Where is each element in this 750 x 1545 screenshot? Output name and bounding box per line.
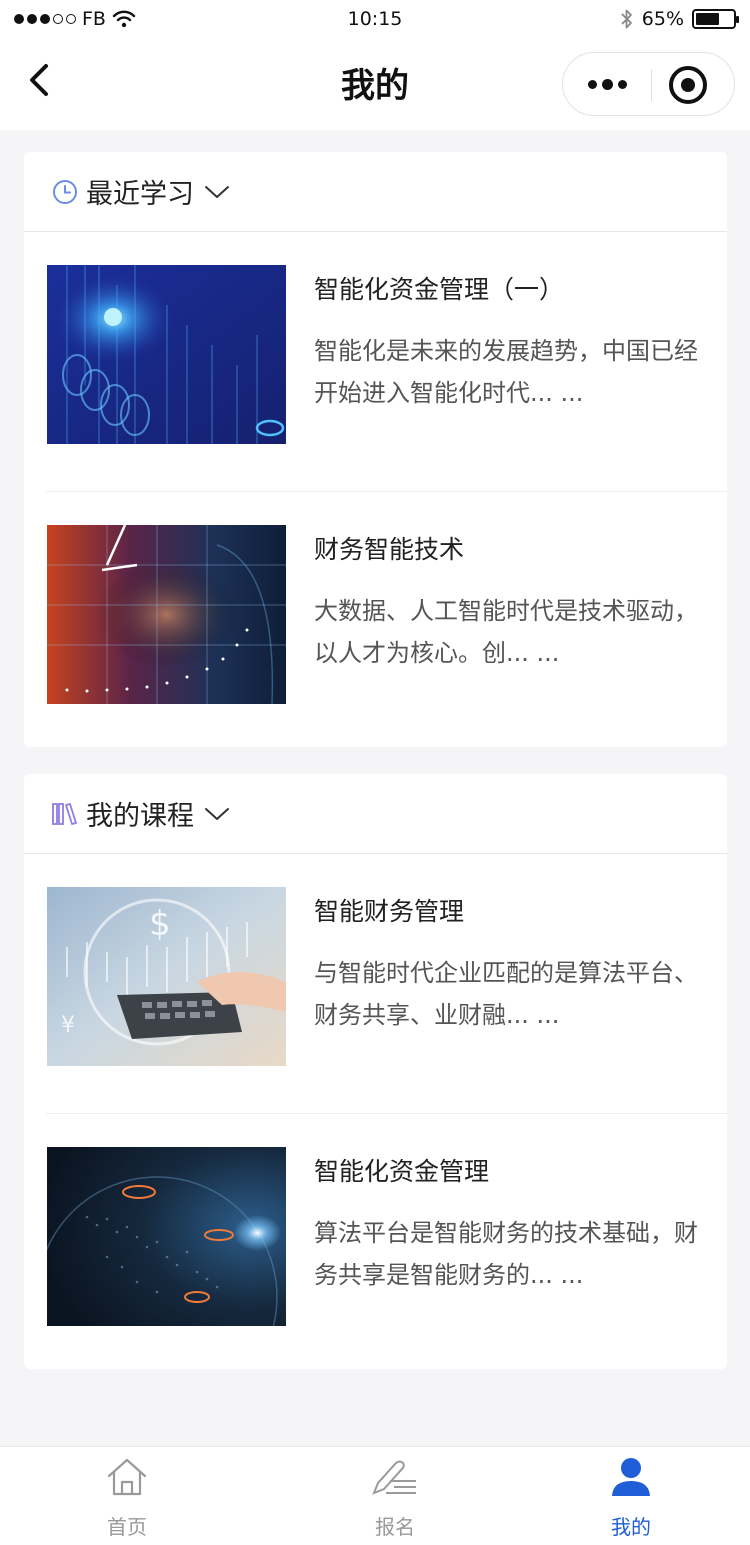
course-title: 财务智能技术 [314,535,465,564]
tab-label: 首页 [107,1515,147,1539]
tab-label: 我的 [611,1515,651,1539]
course-title: 智能财务管理 [314,897,465,926]
recent-learning-header[interactable]: 最近学习 [24,152,727,232]
user-icon [612,1458,650,1496]
course-item[interactable]: 智能化资金管理 算法平台是智能财务的技术基础，财务共享是智能财务的... ... [24,1114,727,1374]
recent-learning-card: 最近学习 智能化资金管理（一） 智能化是未来的发展趋势，中国已经开始进入智能化时… [24,152,727,747]
tab-label: 报名 [375,1515,415,1539]
signup-icon [372,1460,416,1495]
course-thumbnail [47,1147,286,1326]
books-icon [52,802,77,825]
my-courses-card: 我的课程 $ ¥ 智能财务管理 与智能时代企业匹配的是算法平台、财务共享、业财融… [24,774,727,1369]
course-thumbnail [47,525,286,704]
more-button[interactable] [563,53,651,115]
bottom-tab-bar: 首页 报名 我的 [0,1446,750,1545]
course-title: 智能化资金管理 [314,1157,490,1186]
course-title: 智能化资金管理（一） [314,275,565,304]
close-target-icon[interactable] [669,66,707,104]
tab-mine[interactable]: 我的 [551,1447,711,1545]
course-description: 智能化是未来的发展趋势，中国已经开始进入智能化时代... ... [314,337,698,407]
tab-signup[interactable]: 报名 [315,1447,475,1545]
tab-home[interactable]: 首页 [47,1447,207,1545]
navigation-bar: 我的 [0,40,750,130]
recent-item[interactable]: 智能化资金管理（一） 智能化是未来的发展趋势，中国已经开始进入智能化时代... … [46,232,727,492]
clock-icon [53,179,77,204]
more-icon [587,79,597,89]
bluetooth-icon [621,9,632,29]
status-bar: FB 10:15 65% [0,0,750,40]
svg-text:$: $ [149,904,171,944]
my-courses-header[interactable]: 我的课程 [24,774,727,854]
course-description: 与智能时代企业匹配的是算法平台、财务共享、业财融... ... [314,959,698,1029]
chevron-down-icon [205,807,229,820]
battery-icon [692,9,739,29]
course-description: 算法平台是智能财务的技术基础，财务共享是智能财务的... ... [314,1219,698,1289]
course-item[interactable]: $ ¥ 智能财务管理 与智能时代企业匹配的是算法平台、财务共享、业财融... .… [46,854,727,1114]
recent-learning-title: 最近学习 [86,179,194,210]
course-thumbnail [47,265,286,444]
svg-text:¥: ¥ [61,1013,75,1038]
recent-item[interactable]: 财务智能技术 大数据、人工智能时代是技术驱动，以人才为核心。创... ... [24,492,727,752]
my-courses-title: 我的课程 [86,801,194,832]
status-right: 65% [620,8,739,30]
capsule-divider [651,69,652,101]
course-description: 大数据、人工智能时代是技术驱动，以人才为核心。创... ... [314,597,698,667]
home-icon [107,1458,147,1496]
battery-level [696,13,720,25]
miniprogram-capsule [562,52,735,116]
battery-percent: 65% [641,8,684,30]
course-thumbnail: $ ¥ [47,887,286,1066]
chevron-down-icon [205,185,229,198]
